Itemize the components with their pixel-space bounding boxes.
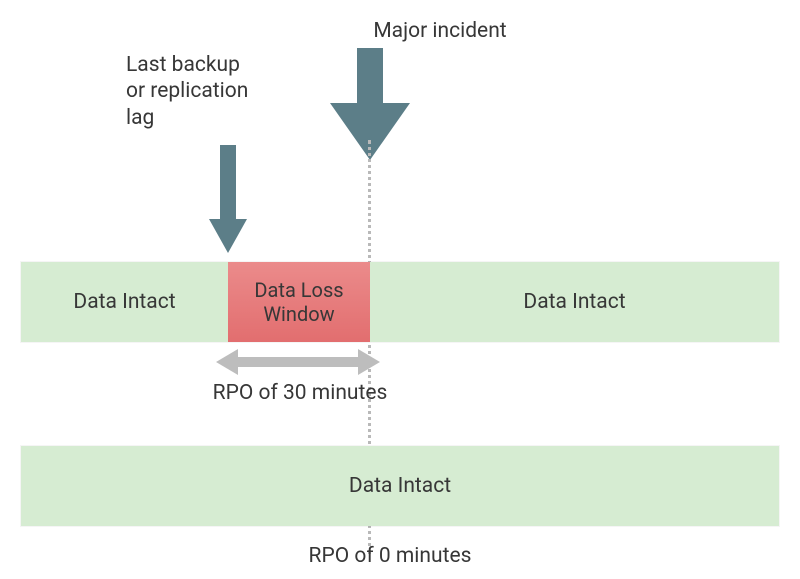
- last-backup-line2: or replication: [126, 79, 248, 103]
- label-rpo-0: RPO of 0 minutes: [280, 543, 500, 569]
- last-backup-line3: lag: [126, 106, 154, 130]
- last-backup-line1: Last backup: [126, 53, 240, 77]
- data-loss-line1: Data Loss: [254, 278, 343, 302]
- label-last-backup: Last backup or replication lag: [126, 52, 296, 131]
- label-rpo-30: RPO of 30 minutes: [190, 380, 410, 406]
- segment-data-intact-right: Data Intact: [370, 262, 779, 342]
- segment-data-intact-left: Data Intact: [21, 262, 228, 342]
- timeline-bar-rpo-30: Data Intact Data Loss Window Data Intact: [20, 261, 780, 343]
- backup-arrow-icon: [209, 145, 247, 253]
- label-major-incident: Major incident: [300, 18, 580, 44]
- segment-data-loss-window: Data Loss Window: [228, 262, 370, 342]
- data-loss-line2: Window: [263, 302, 334, 326]
- rpo-span-arrow-icon: [216, 349, 380, 375]
- timeline-bar-rpo-0: Data Intact: [20, 445, 780, 527]
- segment-data-intact-full: Data Intact: [21, 446, 779, 526]
